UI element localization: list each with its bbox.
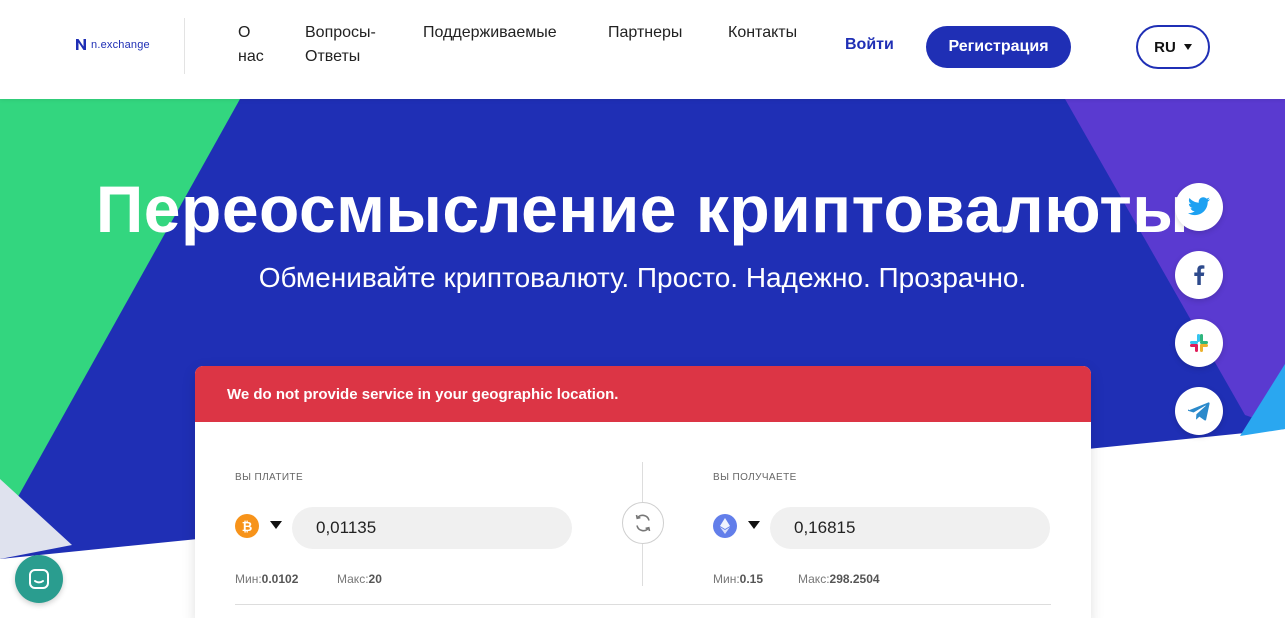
swap-icon (635, 514, 651, 532)
pay-max: Макс:20 (337, 572, 382, 586)
nav-supported[interactable]: Поддерживаемые (423, 21, 557, 45)
logo-mark-icon (76, 39, 86, 50)
pay-amount-input[interactable] (292, 507, 572, 549)
ethereum-icon[interactable] (713, 514, 737, 538)
receive-max: Макс:298.2504 (798, 572, 880, 586)
geo-alert: We do not provide service in your geogra… (195, 366, 1091, 422)
site-header: n.exchange О нас Вопросы-Ответы Поддержи… (0, 0, 1285, 99)
twitter-icon (1188, 197, 1210, 216)
receive-min: Мин:0.15 (713, 572, 764, 586)
chat-button[interactable] (15, 555, 63, 603)
logo[interactable]: n.exchange (75, 38, 150, 51)
divider-horizontal (235, 604, 1051, 605)
nav-partners[interactable]: Партнеры (608, 21, 682, 45)
bitcoin-icon[interactable]: ₿ (235, 514, 259, 538)
logo-text: n.exchange (91, 38, 150, 51)
header-divider (184, 18, 185, 74)
chevron-down-icon (1183, 44, 1192, 50)
ethereum-glyph-icon (720, 518, 730, 534)
login-link[interactable]: Войти (845, 36, 894, 54)
pay-label: ВЫ ПЛАТИТЕ (235, 472, 304, 483)
twitter-button[interactable] (1175, 183, 1223, 231)
receive-coin-dropdown-icon[interactable] (748, 521, 760, 529)
facebook-button[interactable] (1175, 251, 1223, 299)
slack-icon (1190, 334, 1208, 352)
svg-text:₿: ₿ (242, 519, 253, 533)
nav-about[interactable]: О нас (238, 21, 274, 69)
language-select[interactable]: RU (1136, 25, 1210, 69)
language-label: RU (1154, 38, 1176, 56)
nav-contacts[interactable]: Контакты (728, 21, 797, 45)
hero-title: Переосмысление криптовалюты (95, 172, 1190, 246)
register-button[interactable]: Регистрация (926, 26, 1071, 68)
slack-button[interactable] (1175, 319, 1223, 367)
exchange-card: We do not provide service in your geogra… (195, 366, 1091, 618)
hero-subtitle: Обменивайте криптовалюту. Просто. Надежн… (258, 262, 1027, 293)
telegram-icon (1188, 402, 1210, 421)
swap-button[interactable] (622, 502, 664, 544)
nav-faq[interactable]: Вопросы-Ответы (305, 21, 390, 69)
pay-coin-dropdown-icon[interactable] (270, 521, 282, 529)
receive-amount-input[interactable] (770, 507, 1050, 549)
facebook-icon (1194, 265, 1205, 285)
chat-icon (29, 569, 49, 589)
pay-min: Мин:0.0102 (235, 572, 299, 586)
bitcoin-glyph-icon: ₿ (242, 519, 253, 533)
telegram-button[interactable] (1175, 387, 1223, 435)
receive-label: ВЫ ПОЛУЧАЕТЕ (713, 472, 797, 483)
